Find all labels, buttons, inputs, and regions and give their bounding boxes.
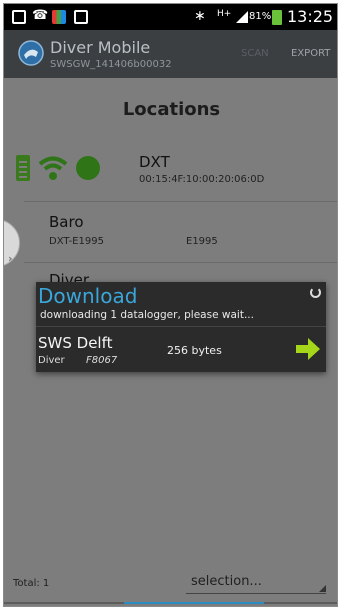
- list-item-name[interactable]: Baro: [49, 213, 84, 231]
- chevron-right-icon: ›: [8, 252, 13, 265]
- app-subtitle: SWSGW_141406b00032: [50, 59, 172, 70]
- arrow-right-icon[interactable]: [294, 336, 322, 362]
- download-dialog: Download downloading 1 datalogger, pleas…: [36, 282, 326, 372]
- selection-dropdown[interactable]: selection...: [186, 574, 326, 594]
- app-title: Diver Mobile: [50, 38, 151, 57]
- dialog-message: downloading 1 datalogger, please wait...: [40, 309, 254, 321]
- page-title: Locations: [122, 99, 221, 120]
- list-item-detail: 00:15:4F:10:00:20:06:0D: [139, 174, 265, 185]
- device-type: Diver: [38, 355, 65, 366]
- divider: [36, 326, 326, 327]
- status-bar: ☎ ∗ H+ 81% 13:25: [4, 4, 337, 30]
- device-name: SWS Delft: [38, 334, 113, 352]
- diver-logo-icon[interactable]: [16, 38, 46, 68]
- bytes-downloaded: 256 bytes: [167, 344, 222, 357]
- dialog-title: Download: [38, 284, 138, 308]
- total-count: Total: 1: [13, 578, 50, 589]
- status-dot-icon: [76, 156, 100, 180]
- bluetooth-icon: ∗: [194, 8, 206, 24]
- battery-icon: [272, 10, 282, 25]
- divider: [24, 201, 337, 202]
- divider: [24, 262, 337, 263]
- selection-label: selection...: [191, 574, 262, 589]
- scan-button[interactable]: SCAN: [241, 48, 269, 59]
- checkbox-notification-icon: [74, 10, 88, 24]
- network-type-icon: H+: [217, 9, 232, 19]
- wifi-icon: [38, 156, 68, 180]
- list-item-detail: DXT-E1995: [49, 236, 104, 247]
- scroll-indicator: [124, 602, 264, 604]
- phone-screen: ☎ ∗ H+ 81% 13:25 Diver Mobile SWSGW_1414…: [3, 3, 338, 607]
- device-serial: F8067: [86, 355, 118, 366]
- export-button[interactable]: EXPORT: [291, 48, 330, 59]
- action-bar: Diver Mobile SWSGW_141406b00032 SCAN EXP…: [4, 30, 337, 78]
- battery-icon: [16, 155, 30, 181]
- app-notification-icon: [52, 10, 66, 24]
- battery-percent: 81%: [249, 11, 272, 22]
- gallery-icon: [12, 10, 26, 24]
- clock: 13:25: [287, 7, 334, 26]
- list-item-code: E1995: [186, 236, 218, 247]
- list-item-name[interactable]: DXT: [139, 153, 170, 171]
- notification-icon: ☎: [32, 8, 49, 23]
- signal-icon: [236, 11, 248, 23]
- dropdown-triangle-icon: [319, 585, 326, 592]
- spinner-icon: [310, 287, 321, 298]
